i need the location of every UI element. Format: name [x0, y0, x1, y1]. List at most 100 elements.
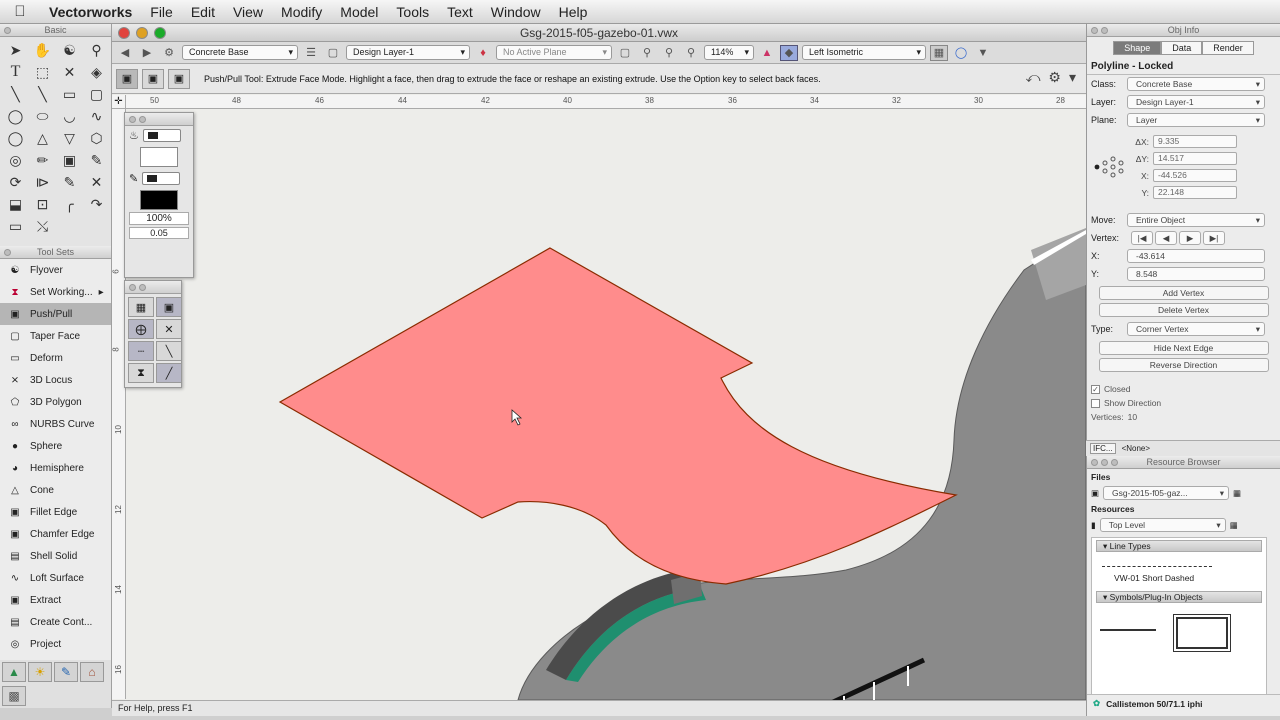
- text-tool-icon[interactable]: T: [2, 61, 29, 83]
- oval-tool-icon[interactable]: ⬭: [29, 105, 56, 127]
- file-options-icon[interactable]: ▦: [1233, 488, 1241, 499]
- menu-help[interactable]: Help: [550, 0, 597, 24]
- file-dropdown[interactable]: Gsg-2015-f05-gaz...: [1103, 486, 1230, 500]
- view-plane-icon[interactable]: ◆: [780, 44, 798, 61]
- arc-tool-icon[interactable]: ◡: [56, 105, 83, 127]
- tool-project[interactable]: ◎ Project: [0, 633, 111, 655]
- site-planning-tab-icon[interactable]: ▩: [2, 686, 26, 706]
- line-type-item[interactable]: VW-01 Short Dashed: [1092, 573, 1266, 583]
- rounded-rect-tool-icon[interactable]: ▢: [83, 83, 110, 105]
- subface-mode-icon[interactable]: ▣: [168, 68, 190, 89]
- attribute-tool-icon[interactable]: ◈: [83, 61, 110, 83]
- tool-deform[interactable]: ▭ Deform: [0, 347, 111, 369]
- menu-file[interactable]: File: [141, 0, 182, 24]
- ifc-button[interactable]: IFC...: [1090, 443, 1116, 454]
- tool-3d-locus[interactable]: ⨯ 3D Locus: [0, 369, 111, 391]
- line-types-section[interactable]: ▾ Line Types: [1096, 540, 1262, 552]
- dimension-tool-icon[interactable]: ⤯: [29, 215, 56, 237]
- class-dropdown[interactable]: Concrete Base: [1127, 77, 1265, 91]
- menu-modify[interactable]: Modify: [272, 0, 331, 24]
- railing-symbol-thumbnail[interactable]: [1100, 629, 1156, 649]
- fill-color-swatch[interactable]: [140, 147, 178, 167]
- snap-tangent-icon[interactable]: ╲: [156, 341, 182, 361]
- 3d-modeling-tab-icon[interactable]: ▲: [2, 662, 26, 682]
- lighting-options-icon[interactable]: ◯: [952, 45, 970, 61]
- double-line-tool-icon[interactable]: ╲: [29, 83, 56, 105]
- line-tool-icon[interactable]: ╲: [2, 83, 29, 105]
- menu-model[interactable]: Model: [331, 0, 387, 24]
- move-face-mode-icon[interactable]: ▣: [142, 68, 164, 89]
- vertex-x-field[interactable]: -43.614: [1127, 249, 1265, 263]
- layer-select[interactable]: Design Layer-1: [346, 45, 470, 60]
- move-dropdown[interactable]: Entire Object: [1127, 213, 1265, 227]
- pen-style-select[interactable]: [142, 172, 181, 185]
- forward-arrow-icon[interactable]: ▶: [138, 45, 156, 61]
- tool-hemisphere[interactable]: ◕ Hemisphere: [0, 457, 111, 479]
- close-window-button[interactable]: [118, 27, 130, 39]
- clip-tool-icon[interactable]: ▣: [56, 149, 83, 171]
- pan-tool-icon[interactable]: ✋: [29, 39, 56, 61]
- zoom-icon[interactable]: ⚲: [682, 45, 700, 61]
- apple-icon[interactable]: : [0, 3, 40, 20]
- class-visibility-icon[interactable]: ⚙: [160, 45, 178, 61]
- tool-fillet-edge[interactable]: ▣ Fillet Edge: [0, 501, 111, 523]
- close-icon[interactable]: [129, 284, 136, 291]
- split-tool-icon[interactable]: ✎: [56, 171, 83, 193]
- pen-color-swatch[interactable]: [140, 190, 178, 210]
- connect-tool-icon[interactable]: ⊡: [29, 193, 56, 215]
- class-select[interactable]: Concrete Base: [182, 45, 298, 60]
- next-vertex-button[interactable]: ▶: [1179, 231, 1201, 245]
- zoom-fit-icon[interactable]: ⚲: [638, 45, 656, 61]
- vertex-type-dropdown[interactable]: Corner Vertex: [1127, 322, 1265, 336]
- polyline-tool-icon[interactable]: ◯: [2, 127, 29, 149]
- reference-point-icon[interactable]: [1091, 133, 1131, 203]
- eyedropper-tool-icon[interactable]: ✏: [29, 149, 56, 171]
- layer-stack-icon[interactable]: ☰: [302, 45, 320, 61]
- chamfer-tool-icon[interactable]: ↷: [83, 193, 110, 215]
- building-shell-tab-icon[interactable]: ⌂: [80, 662, 104, 682]
- tool-set-working-plane[interactable]: ⧗ Set Working... ▸: [0, 281, 111, 303]
- tool-preferences-icon[interactable]: ⚙: [1048, 69, 1061, 86]
- hide-next-edge-button[interactable]: Hide Next Edge: [1098, 341, 1269, 355]
- minimize-icon[interactable]: [1101, 27, 1108, 34]
- projection-icon[interactable]: ▲: [758, 45, 776, 61]
- render-mode-icon[interactable]: ▦: [930, 44, 948, 61]
- y-field[interactable]: 22.148: [1153, 186, 1237, 199]
- zoom-tool-icon[interactable]: ⚲: [83, 39, 110, 61]
- close-icon[interactable]: [1091, 27, 1098, 34]
- tab-shape[interactable]: Shape: [1113, 41, 1162, 55]
- menu-window[interactable]: Window: [482, 0, 550, 24]
- reverse-direction-button[interactable]: Reverse Direction: [1098, 358, 1269, 372]
- menu-edit[interactable]: Edit: [182, 0, 224, 24]
- dims-notes-tab-icon[interactable]: ✎: [54, 662, 78, 682]
- snap-angle-icon[interactable]: ⨁: [128, 319, 154, 339]
- snap-intersection-icon[interactable]: ✕: [156, 319, 182, 339]
- mirror-tool-icon[interactable]: ⧐: [29, 171, 56, 193]
- tool-3d-polygon[interactable]: ⬠ 3D Polygon: [0, 391, 111, 413]
- standard-view-select[interactable]: Left Isometric: [802, 45, 926, 60]
- back-arrow-icon[interactable]: ◀: [116, 45, 134, 61]
- tool-cone[interactable]: △ Cone: [0, 479, 111, 501]
- tab-render[interactable]: Render: [1202, 41, 1254, 55]
- snap-distance-icon[interactable]: ┄: [128, 341, 154, 361]
- snap-icon[interactable]: ⤺: [1025, 69, 1040, 86]
- tool-flyover[interactable]: ☯ Flyover: [0, 259, 111, 281]
- circle-tool-icon[interactable]: ◯: [2, 105, 29, 127]
- close-icon[interactable]: [4, 27, 11, 34]
- snap-edge-icon[interactable]: ╱: [156, 363, 182, 383]
- zoom-window-button[interactable]: [154, 27, 166, 39]
- zoom-select[interactable]: 114%: [704, 45, 754, 60]
- regular-polygon-tool-icon[interactable]: ⬡: [83, 127, 110, 149]
- tool-taper-face[interactable]: ▢ Taper Face: [0, 325, 111, 347]
- zoom-icon[interactable]: [1111, 459, 1118, 466]
- resource-options-icon[interactable]: ▦: [1230, 520, 1238, 531]
- tool-chamfer-edge[interactable]: ▣ Chamfer Edge: [0, 523, 111, 545]
- vertex-y-field[interactable]: 8.548: [1127, 267, 1265, 281]
- x-tool-icon[interactable]: ✕: [56, 61, 83, 83]
- close-icon[interactable]: [1091, 459, 1098, 466]
- show-direction-checkbox[interactable]: Show Direction: [1087, 396, 1280, 410]
- x-field[interactable]: -44.526: [1153, 169, 1237, 182]
- minimize-icon[interactable]: [139, 284, 146, 291]
- plane-dropdown[interactable]: Layer: [1127, 113, 1265, 127]
- rectangle-tool-icon[interactable]: ▭: [56, 83, 83, 105]
